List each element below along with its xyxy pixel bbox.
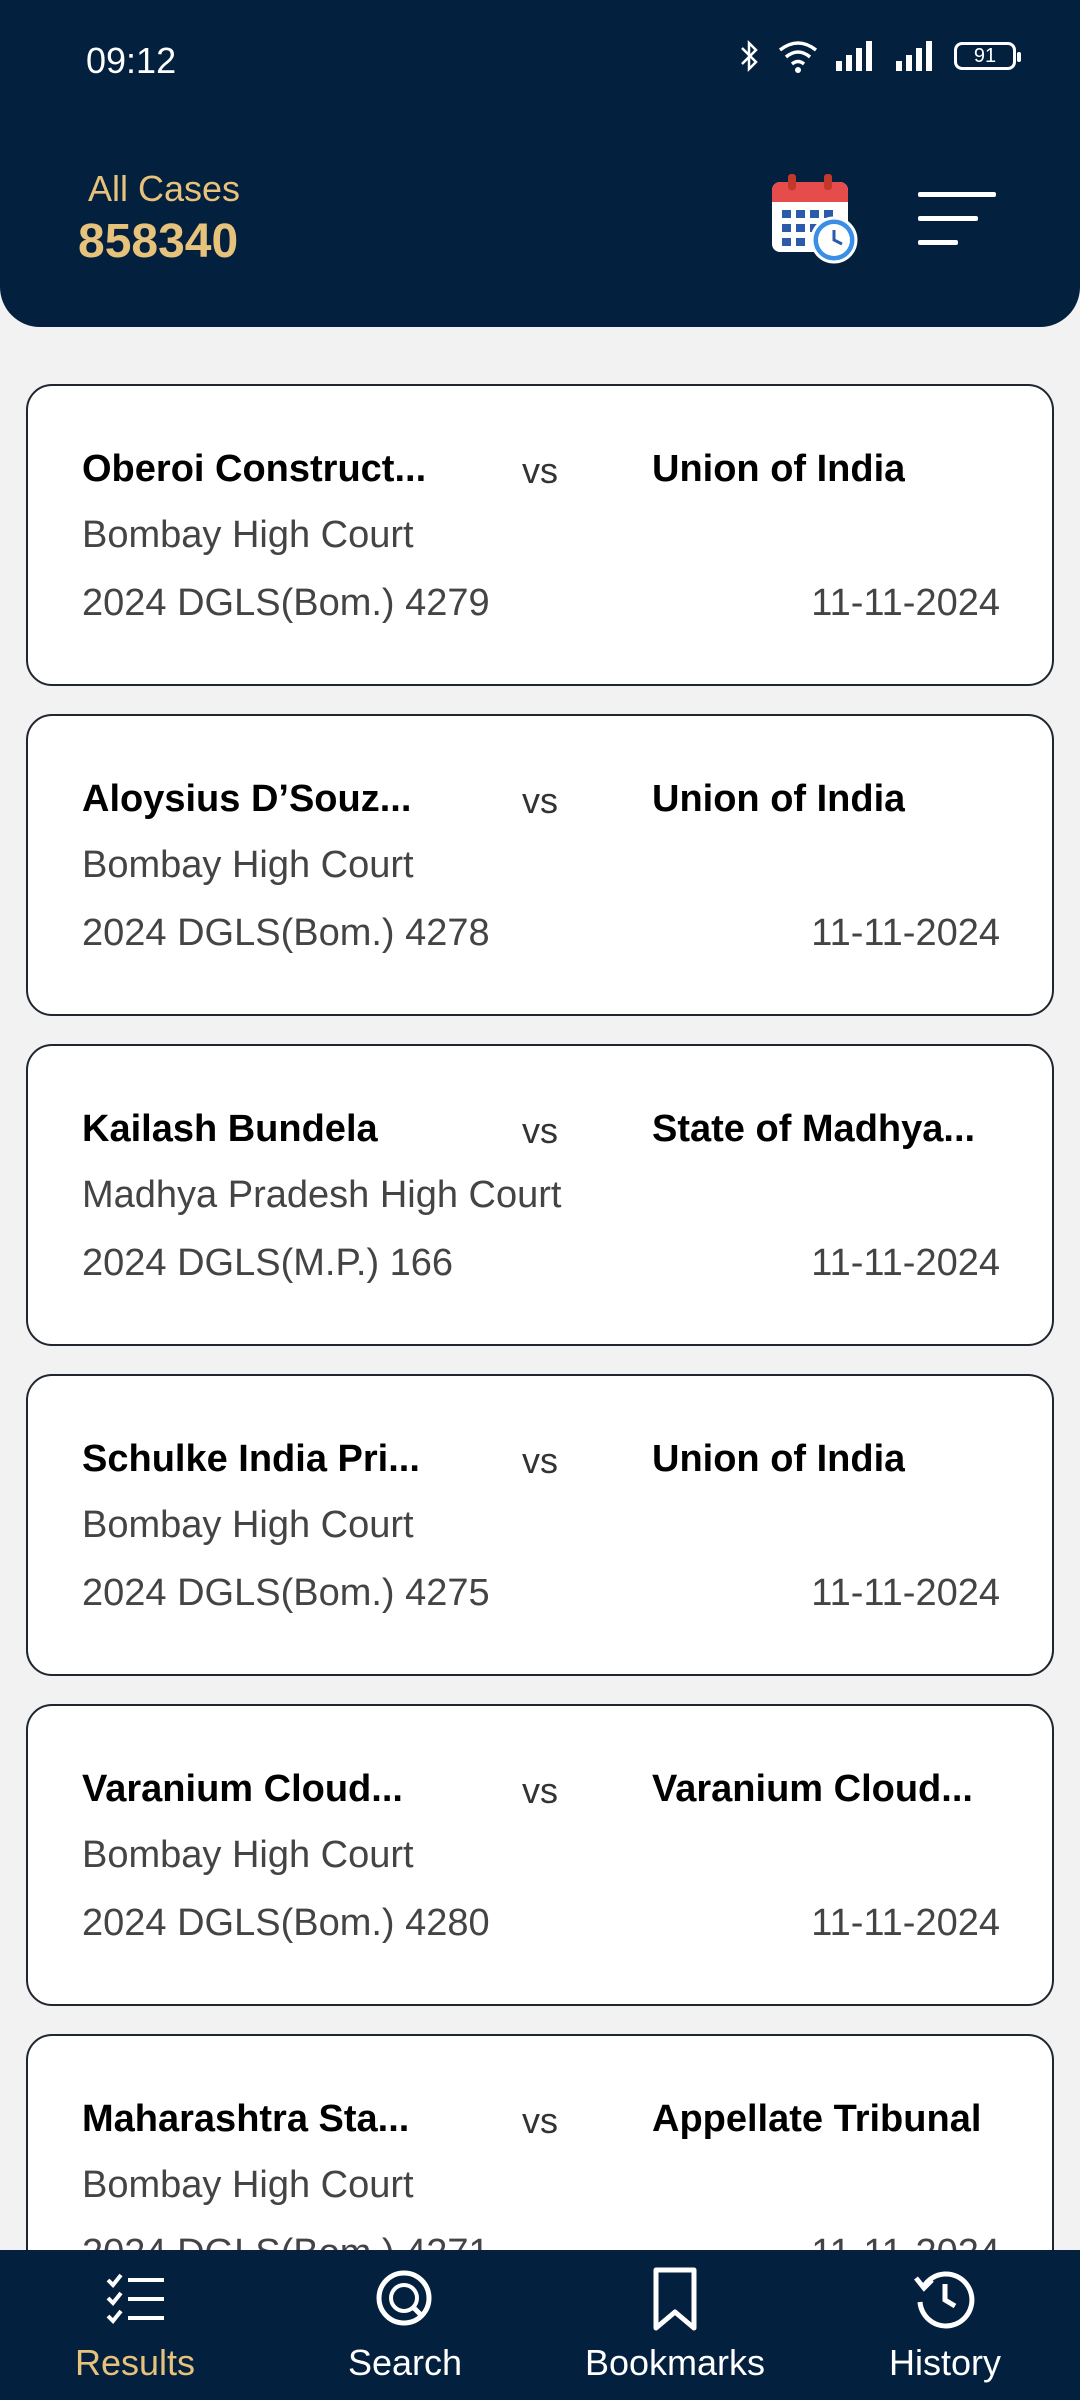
party-two: Union of India xyxy=(652,778,906,820)
party-one: Varanium Cloud... xyxy=(82,1768,403,1810)
wifi-icon xyxy=(778,41,818,73)
case-date: 11-11-2024 xyxy=(811,582,1000,624)
case-date: 11-11-2024 xyxy=(811,1902,1000,1944)
party-one: Kailash Bundela xyxy=(82,1108,378,1150)
citation: 2024 DGLS(Bom.) 4280 xyxy=(82,1902,490,1944)
signal-icon-1 xyxy=(836,41,872,71)
case-card[interactable]: Varanium Cloud... vs Varanium Cloud... B… xyxy=(26,1704,1054,2006)
history-icon xyxy=(914,2271,975,2329)
court-name: Bombay High Court xyxy=(82,514,414,556)
nav-history[interactable]: History xyxy=(810,2250,1080,2400)
bluetooth-icon xyxy=(741,39,758,73)
nav-label-search: Search xyxy=(347,2342,463,2383)
search-icon xyxy=(376,2270,432,2326)
calendar-clock-icon[interactable] xyxy=(768,172,860,264)
battery-indicator: 91 xyxy=(954,42,1021,70)
court-name: Bombay High Court xyxy=(82,2164,414,2206)
case-date: 11-11-2024 xyxy=(811,1572,1000,1614)
court-name: Bombay High Court xyxy=(82,1504,414,1546)
party-one: Schulke India Pri... xyxy=(82,1438,420,1480)
citation: 2024 DGLS(Bom.) 4275 xyxy=(82,1572,490,1614)
party-two: Union of India xyxy=(652,1438,906,1480)
nav-label-history: History xyxy=(888,2342,1001,2383)
party-two: Appellate Tribunal xyxy=(652,2098,982,2140)
case-card[interactable]: Schulke India Pri... vs Union of India B… xyxy=(26,1374,1054,1676)
party-one: Maharashtra Sta... xyxy=(82,2098,410,2140)
case-list: Oberoi Construct... vs Union of India Bo… xyxy=(26,384,1054,2364)
bottom-nav: Results Search Bookmarks History xyxy=(0,2250,1080,2400)
party-one: Oberoi Construct... xyxy=(82,448,427,490)
party-one: Aloysius D’Souz... xyxy=(82,778,412,820)
vs-label: vs xyxy=(522,1770,558,1811)
court-name: Bombay High Court xyxy=(82,844,414,886)
case-card[interactable]: Kailash Bundela vs State of Madhya... Ma… xyxy=(26,1044,1054,1346)
case-card[interactable]: Aloysius D’Souz... vs Union of India Bom… xyxy=(26,714,1054,1016)
citation: 2024 DGLS(Bom.) 4279 xyxy=(82,582,490,624)
vs-label: vs xyxy=(522,1110,558,1151)
all-cases-count: 858340 xyxy=(78,215,239,268)
results-list-icon xyxy=(106,2273,164,2324)
bookmark-icon xyxy=(653,2267,697,2331)
vs-label: vs xyxy=(522,780,558,821)
case-card[interactable]: Oberoi Construct... vs Union of India Bo… xyxy=(26,384,1054,686)
nav-bookmarks[interactable]: Bookmarks xyxy=(540,2250,810,2400)
status-icons: 91 xyxy=(738,38,1021,74)
case-date: 11-11-2024 xyxy=(811,912,1000,954)
vs-label: vs xyxy=(522,1440,558,1481)
case-date: 11-11-2024 xyxy=(811,1242,1000,1284)
all-cases-label: All Cases xyxy=(88,168,241,209)
app-header: 09:12 91 All Cases 858340 xyxy=(0,0,1080,327)
party-two: Varanium Cloud... xyxy=(652,1768,973,1810)
nav-results[interactable]: Results xyxy=(0,2250,270,2400)
nav-label-results: Results xyxy=(74,2342,196,2383)
court-name: Madhya Pradesh High Court xyxy=(82,1174,562,1216)
nav-search[interactable]: Search xyxy=(270,2250,540,2400)
vs-label: vs xyxy=(522,2100,558,2141)
court-name: Bombay High Court xyxy=(82,1834,414,1876)
status-time: 09:12 xyxy=(86,40,177,81)
menu-icon[interactable] xyxy=(916,188,998,252)
party-two: State of Madhya... xyxy=(652,1108,976,1150)
signal-icon-2 xyxy=(896,41,932,71)
nav-label-bookmarks: Bookmarks xyxy=(584,2342,766,2383)
citation: 2024 DGLS(Bom.) 4278 xyxy=(82,912,490,954)
citation: 2024 DGLS(M.P.) 166 xyxy=(82,1242,454,1284)
vs-label: vs xyxy=(522,450,558,491)
party-two: Union of India xyxy=(652,448,906,490)
